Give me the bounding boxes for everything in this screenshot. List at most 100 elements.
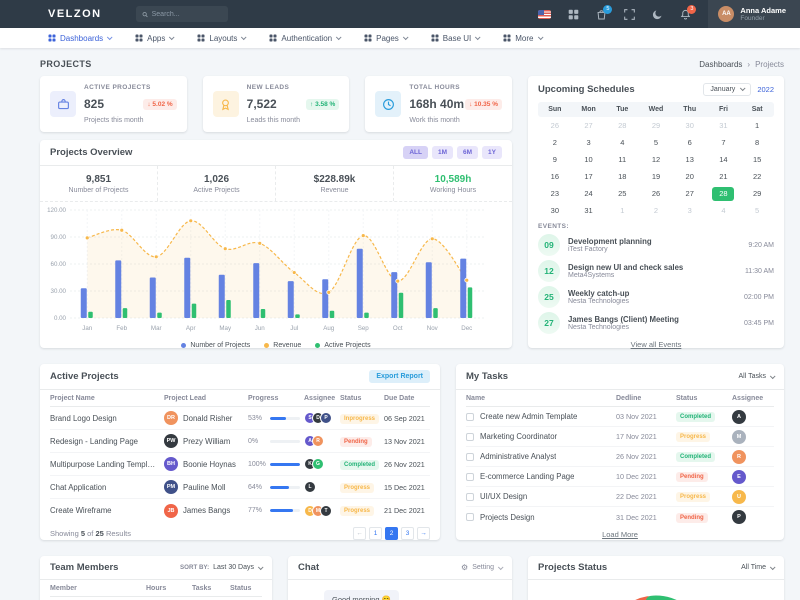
progress-bar	[270, 486, 300, 489]
calendar-day[interactable]: 1	[740, 121, 774, 130]
task-row[interactable]: Projects Design31 Dec 2021PendingP	[466, 507, 774, 527]
apps-grid-button[interactable]	[568, 9, 579, 20]
calendar-day[interactable]: 29	[740, 189, 774, 198]
search-input[interactable]	[152, 11, 222, 18]
table-row[interactable]: Chat ApplicationPMPauline Moll64%LProgre…	[50, 476, 430, 499]
menu-item-layouts[interactable]: Layouts	[197, 34, 245, 43]
menu-item-authentication[interactable]: Authentication	[269, 34, 340, 43]
calendar-day[interactable]: 31	[572, 206, 606, 215]
language-flag-button[interactable]	[538, 10, 551, 19]
notifications-button[interactable]: 3	[680, 9, 691, 20]
calendar-day[interactable]: 3	[673, 206, 707, 215]
team-sort-dropdown[interactable]: SORT BY:Last 30 Days	[180, 564, 262, 571]
projects-status-filter[interactable]: All Time	[741, 564, 774, 571]
menu-item-apps[interactable]: Apps	[135, 34, 173, 43]
calendar-day[interactable]: 9	[538, 155, 572, 164]
event-item[interactable]: 25Weekly catch-upNesta Technologies02:00…	[528, 284, 784, 310]
calendar-day[interactable]: 2	[538, 138, 572, 147]
calendar-day[interactable]: 7	[707, 138, 741, 147]
calendar-day[interactable]: 27	[572, 121, 606, 130]
calendar-day[interactable]: 1	[605, 206, 639, 215]
calendar-day[interactable]: 26	[538, 121, 572, 130]
table-row[interactable]: Redesign - Landing PagePWPrezy William0%…	[50, 430, 430, 453]
page-button-←[interactable]: ←	[353, 527, 366, 540]
table-row[interactable]: Create WireframeJBJames Bangs77%DMTProgr…	[50, 499, 430, 522]
fullscreen-button[interactable]	[624, 9, 635, 20]
calendar-day[interactable]: 30	[538, 206, 572, 215]
calendar-day[interactable]: 26	[639, 189, 673, 198]
event-item[interactable]: 09Development planningiTest Factory9:20 …	[528, 232, 784, 258]
calendar-day[interactable]: 14	[707, 155, 741, 164]
task-checkbox[interactable]	[466, 493, 474, 501]
table-row[interactable]: Multipurpose Landing TemplateBHBoonie Ho…	[50, 453, 430, 476]
range-filter-1y[interactable]: 1Y	[482, 146, 502, 159]
chat-settings-dropdown[interactable]: ⚙Setting	[461, 563, 502, 572]
task-row[interactable]: Marketing Coordinator17 Nov 2021Progress…	[466, 427, 774, 447]
load-more-link[interactable]: Load More	[456, 527, 784, 539]
breadcrumb: Dashboards › Projects	[699, 60, 784, 69]
menu-item-base-ui[interactable]: Base UI	[431, 34, 479, 43]
calendar-day[interactable]: 28	[605, 121, 639, 130]
app-logo[interactable]: VELZON	[48, 8, 102, 20]
month-select[interactable]: January	[703, 83, 751, 96]
calendar-day-selected[interactable]: 28	[707, 187, 741, 201]
tasks-filter-dropdown[interactable]: All Tasks	[739, 373, 775, 380]
page-button-2[interactable]: 2	[385, 527, 398, 540]
calendar-day[interactable]: 11	[605, 155, 639, 164]
range-filter-6m[interactable]: 6M	[457, 146, 478, 159]
calendar-day[interactable]: 23	[538, 189, 572, 198]
calendar-day[interactable]: 18	[605, 172, 639, 181]
breadcrumb-dashboards[interactable]: Dashboards	[699, 60, 742, 69]
calendar-day[interactable]: 31	[707, 121, 741, 130]
cart-button[interactable]: 5	[596, 9, 607, 20]
calendar-day[interactable]: 3	[572, 138, 606, 147]
table-row[interactable]: Brand Logo DesignDRDonald Risher53%SDPIn…	[50, 407, 430, 430]
calendar-day[interactable]: 25	[605, 189, 639, 198]
task-checkbox[interactable]	[466, 453, 474, 461]
menu-item-dashboards[interactable]: Dashboards	[48, 34, 111, 43]
dark-mode-button[interactable]	[652, 9, 663, 20]
calendar-day[interactable]: 10	[572, 155, 606, 164]
export-report-button[interactable]: Export Report	[369, 370, 430, 383]
task-checkbox[interactable]	[466, 433, 474, 441]
calendar-day[interactable]: 5	[740, 206, 774, 215]
calendar-day[interactable]: 12	[639, 155, 673, 164]
calendar-day[interactable]: 4	[605, 138, 639, 147]
calendar-day[interactable]: 16	[538, 172, 572, 181]
event-item[interactable]: 27James Bangs (Client) MeetingNesta Tech…	[528, 310, 784, 336]
event-item[interactable]: 12Design new UI and check salesMeta4Syst…	[528, 258, 784, 284]
calendar-day[interactable]: 4	[707, 206, 741, 215]
task-row[interactable]: Administrative Analyst26 Nov 2021Complet…	[466, 447, 774, 467]
user-menu[interactable]: AA Anna Adame Founder	[708, 0, 800, 28]
calendar-day[interactable]: 2	[639, 206, 673, 215]
page-button-1[interactable]: 1	[369, 527, 382, 540]
calendar-day[interactable]: 8	[740, 138, 774, 147]
task-row[interactable]: E-commerce Landing Page10 Dec 2021Pendin…	[466, 467, 774, 487]
calendar-day[interactable]: 22	[740, 172, 774, 181]
view-all-events-link[interactable]: View all Events	[528, 336, 784, 349]
calendar-day[interactable]: 13	[673, 155, 707, 164]
task-row[interactable]: UI/UX Design22 Dec 2021ProgressU	[466, 487, 774, 507]
task-checkbox[interactable]	[466, 473, 474, 481]
calendar-day[interactable]: 27	[673, 189, 707, 198]
menu-item-pages[interactable]: Pages	[364, 34, 407, 43]
calendar-day[interactable]: 29	[639, 121, 673, 130]
task-checkbox[interactable]	[466, 513, 474, 521]
calendar-day[interactable]: 5	[639, 138, 673, 147]
calendar-day[interactable]: 15	[740, 155, 774, 164]
calendar-day[interactable]: 24	[572, 189, 606, 198]
menu-item-more[interactable]: More	[503, 34, 541, 43]
range-filter-1m[interactable]: 1M	[432, 146, 453, 159]
calendar-day[interactable]: 20	[673, 172, 707, 181]
range-filter-all[interactable]: ALL	[403, 146, 428, 159]
calendar-day[interactable]: 21	[707, 172, 741, 181]
calendar-day[interactable]: 30	[673, 121, 707, 130]
page-button-→[interactable]: →	[417, 527, 430, 540]
legend-item: Number of Projects	[181, 342, 250, 349]
calendar-day[interactable]: 17	[572, 172, 606, 181]
task-row[interactable]: Create new Admin Template03 Nov 2021Comp…	[466, 407, 774, 427]
calendar-day[interactable]: 19	[639, 172, 673, 181]
calendar-day[interactable]: 6	[673, 138, 707, 147]
task-checkbox[interactable]	[466, 413, 474, 421]
page-button-3[interactable]: 3	[401, 527, 414, 540]
